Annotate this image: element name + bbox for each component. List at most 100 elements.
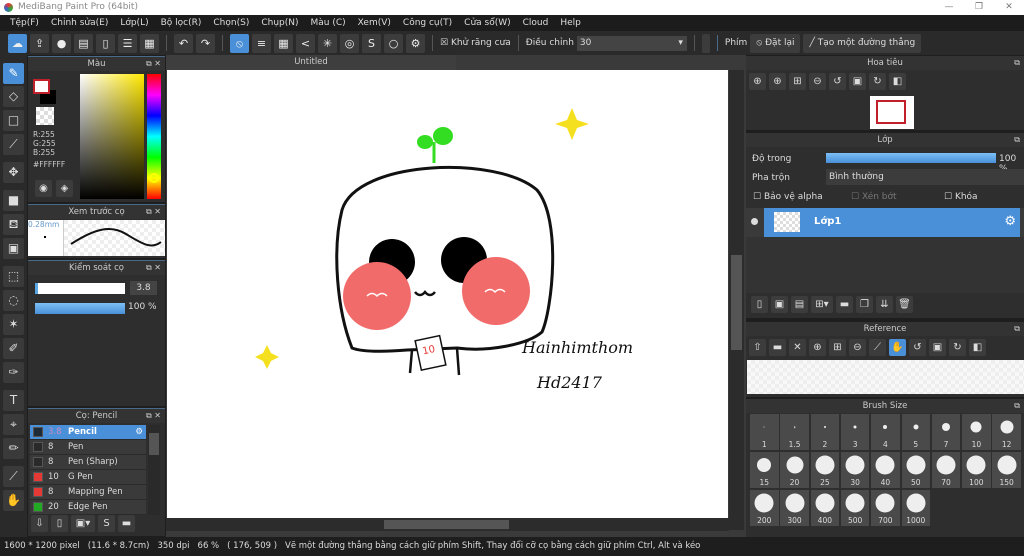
brush-size-option[interactable]: 15 — [750, 452, 779, 488]
panel-close-icon[interactable]: ⧉ ✕ — [146, 205, 161, 219]
brush-size-slider[interactable] — [35, 283, 125, 294]
bucket-tool-icon[interactable]: ⛾ — [3, 214, 24, 235]
cloud-upload-icon[interactable]: ⇧ — [749, 339, 766, 356]
cloud-download-icon[interactable]: ⇩ — [31, 515, 48, 532]
new-halftone-layer-icon[interactable]: ▣ — [771, 296, 788, 313]
brush-item[interactable]: 8 Mapping Pen — [30, 485, 146, 500]
brush-size-option[interactable]: 1000 — [901, 490, 930, 526]
panel-close-icon[interactable]: ⧉ ✕ — [146, 261, 161, 275]
folder-icon[interactable]: ▬ — [836, 296, 853, 313]
close-icon[interactable]: ✕ — [789, 339, 806, 356]
grid-snap-icon[interactable]: ▦ — [274, 33, 293, 53]
eyedropper-tool-icon[interactable]: ⟋ — [3, 466, 24, 487]
hand-icon[interactable]: ✋ — [889, 339, 906, 356]
fit-icon[interactable]: ⊞ — [789, 73, 806, 90]
brush-list-scrollbar[interactable] — [148, 425, 160, 515]
brush-size-option[interactable]: 30 — [840, 452, 870, 488]
brush-size-option[interactable]: 400 — [810, 490, 840, 526]
share-icon[interactable]: ⇪ — [30, 33, 49, 53]
reset-button[interactable]: ⦸ Đặt lại — [750, 33, 801, 53]
navigator-thumbnail[interactable] — [870, 96, 914, 129]
panel-popout-icon[interactable]: ⧉ — [1014, 56, 1020, 70]
brush-size-option[interactable]: 1.5 — [780, 414, 809, 450]
reset-rotation-icon[interactable]: ▣ — [929, 339, 946, 356]
rect-select-tool-icon[interactable]: ⬚ — [3, 266, 24, 287]
straight-line-button[interactable]: ╱ Tạo một đường thẳng — [803, 33, 922, 53]
toolbar-handle[interactable] — [701, 33, 710, 53]
dot-tool-icon[interactable]: □ — [3, 110, 24, 131]
fill-rect-tool-icon[interactable]: ■ — [3, 190, 24, 211]
brush-size-option[interactable]: 700 — [871, 490, 900, 526]
fit-icon[interactable]: ⊞ — [829, 339, 846, 356]
menu-snap[interactable]: Chụp(N) — [255, 15, 304, 31]
redo-icon[interactable]: ↷ — [196, 33, 215, 53]
brush-item[interactable]: 8 Pen (Sharp) — [30, 455, 146, 470]
brush-size-option[interactable]: 200 — [750, 490, 779, 526]
brush-size-option[interactable]: 2 — [810, 414, 840, 450]
rotate-left-icon[interactable]: ↺ — [909, 339, 926, 356]
menu-view[interactable]: Xem(V) — [352, 15, 397, 31]
palette-icon[interactable]: ◉ — [35, 180, 52, 197]
brush-size-option[interactable]: 70 — [931, 452, 961, 488]
script-brush-icon[interactable]: S — [98, 515, 115, 532]
adjust-select[interactable]: 30 ▾ — [576, 35, 687, 51]
drawing-canvas[interactable]: 10 Hainhimthom Hd2417 — [167, 70, 728, 518]
zoom-actual-icon[interactable]: ⊕ — [749, 73, 766, 90]
transparent-color-swatch[interactable] — [36, 107, 54, 125]
zoom-out-icon[interactable]: ⊖ — [809, 73, 826, 90]
brush-size-option[interactable]: 500 — [840, 490, 870, 526]
list-icon[interactable]: ☰ — [118, 33, 137, 53]
hue-handle[interactable] — [149, 173, 159, 183]
brush-size-option[interactable]: 100 — [962, 452, 991, 488]
visibility-icon[interactable] — [751, 218, 758, 225]
zoom-in-icon[interactable]: ⊕ — [769, 73, 786, 90]
menu-help[interactable]: Help — [554, 15, 587, 31]
menu-edit[interactable]: Chỉnh sửa(E) — [45, 15, 114, 31]
saturation-value-picker[interactable] — [80, 74, 144, 199]
text-tool-icon[interactable]: T — [3, 390, 24, 411]
gear-icon[interactable]: ⚙ — [1004, 214, 1016, 229]
brush-size-option[interactable]: 3 — [840, 414, 870, 450]
menu-filter[interactable]: Bộ lọc(R) — [155, 15, 208, 31]
perspective-snap-icon[interactable]: < — [296, 33, 315, 53]
new-layer-icon[interactable]: ▯ — [751, 296, 768, 313]
circle-snap-icon[interactable]: ○ — [384, 33, 403, 53]
brush-size-option[interactable]: 12 — [992, 414, 1021, 450]
brush-size-option[interactable]: 10 — [962, 414, 991, 450]
brush-size-option[interactable]: 4 — [871, 414, 900, 450]
vertical-scrollbar[interactable] — [729, 70, 744, 530]
brush-item[interactable]: 8 Pen — [30, 440, 146, 455]
brush-size-option[interactable]: 7 — [931, 414, 961, 450]
rotate-right-icon[interactable]: ↻ — [949, 339, 966, 356]
page-settings-icon[interactable]: ▦ — [140, 33, 159, 53]
menu-window[interactable]: Cửa sổ(W) — [458, 15, 516, 31]
duplicate-layer-icon[interactable]: ❐ — [856, 296, 873, 313]
layer-row[interactable]: Lớp1 ⚙ — [746, 208, 1024, 237]
brush-size-option[interactable]: 5 — [901, 414, 930, 450]
brush-size-option[interactable]: 50 — [901, 452, 930, 488]
brush-size-option[interactable]: 40 — [871, 452, 900, 488]
radial-snap-icon[interactable]: ✳ — [318, 33, 337, 53]
delete-layer-icon[interactable]: 🗑 — [896, 296, 913, 313]
brush-size-option[interactable]: 300 — [780, 490, 809, 526]
operation-tool-icon[interactable]: ⌖ — [3, 414, 24, 435]
lasso-tool-icon[interactable]: ◌ — [3, 290, 24, 311]
flip-icon[interactable]: ◧ — [969, 339, 986, 356]
panel-popout-icon[interactable]: ⧉ — [1014, 322, 1020, 336]
tab-untitled[interactable]: Untitled — [166, 55, 456, 70]
panel-close-icon[interactable]: ⧉ ✕ — [146, 57, 161, 71]
antialias-checkbox[interactable]: ☒ Khử răng cưa — [440, 38, 511, 48]
eyedropper-icon[interactable]: ⟋ — [869, 339, 886, 356]
brush-size-option[interactable]: 150 — [992, 452, 1021, 488]
foreground-color-swatch[interactable] — [33, 79, 50, 94]
gear-icon[interactable]: ⚙ — [135, 427, 143, 437]
eraser-tool-icon[interactable]: ◇ — [3, 86, 24, 107]
panel-popout-icon[interactable]: ⧉ — [1014, 399, 1020, 413]
zoom-in-icon[interactable]: ⊕ — [809, 339, 826, 356]
merge-layer-icon[interactable]: ⇊ — [876, 296, 893, 313]
undo-icon[interactable]: ↶ — [174, 33, 193, 53]
protect-alpha-checkbox[interactable]: ☐ Bảo vệ alpha — [753, 192, 823, 202]
layer-opacity-slider[interactable] — [826, 153, 996, 163]
select-pen-icon[interactable]: ✐ — [3, 338, 24, 359]
move-tool-icon[interactable]: ✥ — [3, 162, 24, 183]
